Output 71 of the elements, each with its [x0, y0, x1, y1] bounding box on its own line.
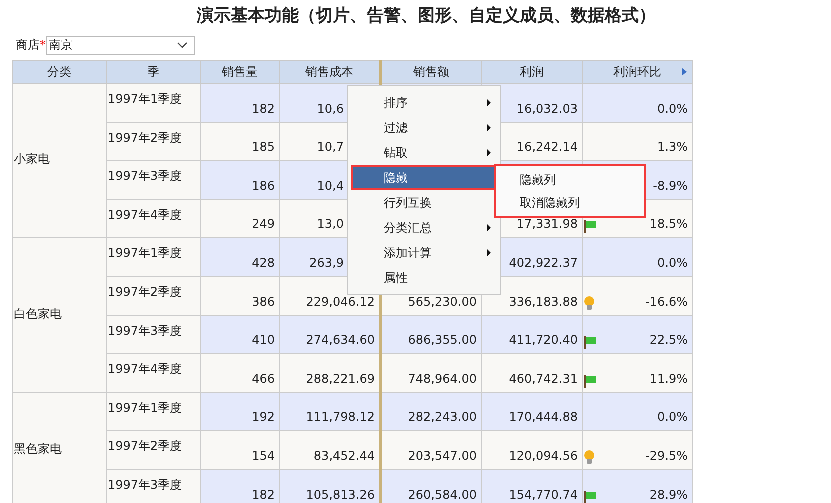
menu-item[interactable]: 隐藏列	[496, 168, 644, 191]
menu-item[interactable]: 隐藏	[351, 165, 497, 190]
table-cell: 105,813.26	[280, 469, 380, 503]
column-header: 销售成本	[280, 60, 380, 84]
table-cell: 1997年3季度	[106, 315, 200, 354]
table-cell: 10,6	[317, 102, 344, 116]
table-cell: 263,9	[310, 256, 344, 270]
table-cell-text: 0.0%	[658, 254, 688, 272]
table-cell: 186	[200, 160, 280, 200]
table-cell: 185	[200, 122, 280, 161]
table-cell-text: 11.9%	[650, 370, 688, 388]
table-cell: 154,770.74	[482, 469, 582, 503]
store-select[interactable]: 南京	[46, 36, 195, 54]
table-cell: 111,798.12	[280, 392, 380, 431]
table-cell: 白色家电	[12, 238, 106, 392]
table-cell: 13,0	[317, 217, 344, 232]
table-cell: 1997年1季度	[106, 392, 200, 431]
table-cell: 182	[200, 84, 280, 122]
table-cell: 1997年4季度	[106, 354, 200, 392]
table-cell: 小家电	[12, 84, 106, 238]
table-cell-text: 28.9%	[650, 486, 688, 503]
table-cell: 1997年2季度	[106, 122, 200, 161]
table-cell: 黑色家电	[12, 392, 106, 503]
table-cell: 288,221.69	[280, 354, 380, 392]
expand-arrow-icon[interactable]	[682, 68, 687, 76]
table-cell-text: -16.6%	[646, 294, 688, 311]
table-cell: 1997年4季度	[106, 199, 200, 238]
table-cell-text: -8.9%	[653, 178, 688, 195]
table-cell-text: 22.5%	[650, 332, 688, 350]
table-cell-text: -29.5%	[646, 448, 688, 465]
table-cell: 1997年3季度	[106, 469, 200, 503]
table-cell: 170,444.88	[482, 392, 582, 431]
table-cell: 460,742.31	[482, 354, 582, 392]
table-cell: 154	[200, 430, 280, 470]
table-cell: 282,243.00	[380, 392, 482, 431]
table-cell: 274,634.60	[280, 315, 380, 354]
table-cell-text: 0.0%	[658, 409, 688, 426]
table-cell: 1997年1季度	[106, 238, 200, 276]
table-cell: 1997年3季度	[106, 160, 200, 200]
column-header: 销售量	[200, 60, 280, 84]
table-cell: 1997年1季度	[106, 84, 200, 122]
table-cell: 748,964.00	[380, 354, 482, 392]
chevron-down-icon	[177, 42, 188, 48]
required-mark: *	[40, 37, 46, 54]
table-cell: 203,547.00	[380, 430, 482, 470]
table-cell: 10,7	[317, 140, 344, 154]
table-cell: 83,452.44	[280, 430, 380, 470]
table-cell: 410	[200, 315, 280, 354]
table-cell-text: 1.3%	[658, 139, 688, 156]
table-cell-text: 0.0%	[658, 100, 688, 118]
table-cell: 686,355.00	[380, 315, 482, 354]
table-cell: 120,094.56	[482, 430, 582, 470]
table-cell: 260,584.00	[380, 469, 482, 503]
table-cell: 466	[200, 354, 280, 392]
table-cell: 182	[200, 469, 280, 503]
table-cell: 10,4	[317, 178, 344, 193]
table-cell: 1997年2季度	[106, 276, 200, 316]
table-cell: 386	[200, 276, 280, 316]
column-header: 分类	[12, 60, 106, 84]
column-header: 季	[106, 60, 200, 84]
table-cell: 249	[200, 199, 280, 238]
filter-label: 商店	[16, 37, 40, 54]
table-cell: 192	[200, 392, 280, 431]
table-cell: 428	[200, 238, 280, 276]
column-header: 利润环比	[582, 60, 692, 84]
page-title: 演示基本功能（切片、告警、图形、自定义成员、数据格式）	[196, 5, 657, 28]
column-header: 销售额	[380, 60, 482, 84]
column-header: 利润	[482, 60, 582, 84]
table-cell-text: 18.5%	[650, 216, 688, 234]
table-cell: 411,720.40	[482, 315, 582, 354]
table-cell: 1997年2季度	[106, 430, 200, 470]
